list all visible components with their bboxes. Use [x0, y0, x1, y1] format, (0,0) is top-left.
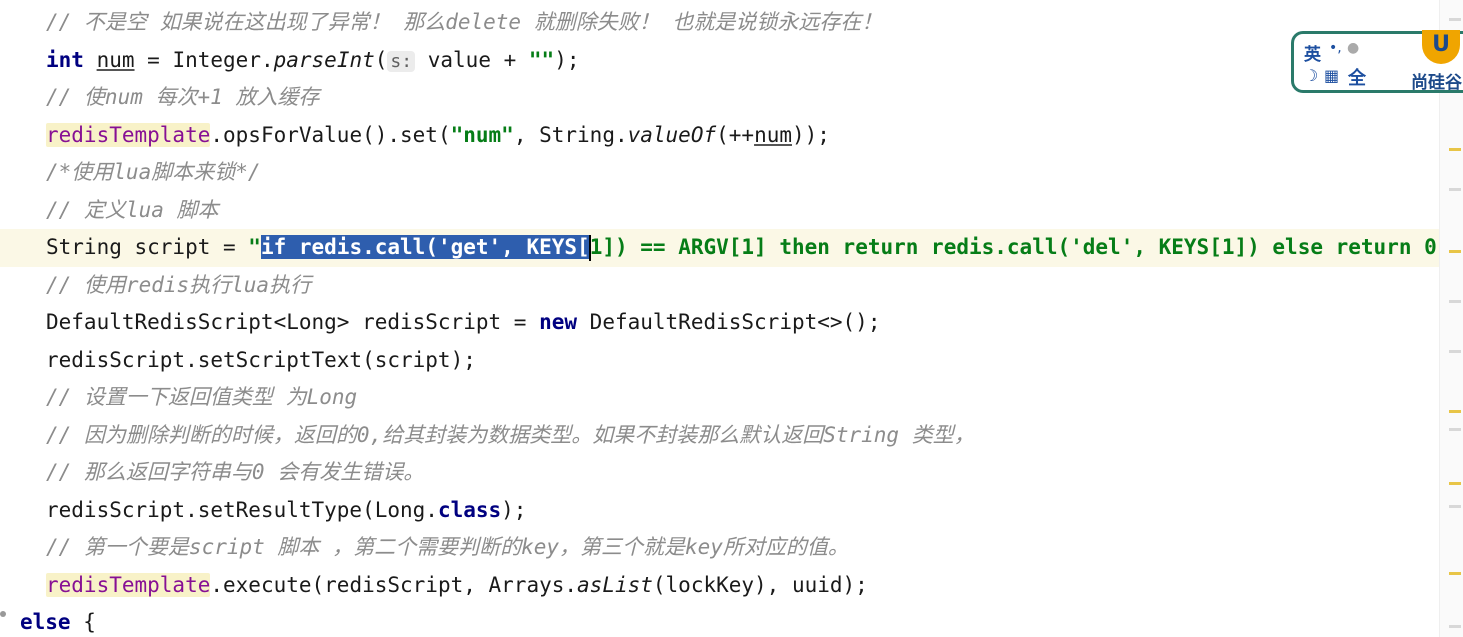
field-reference: redisTemplate	[46, 573, 211, 597]
code-line-12[interactable]: // 因为删除判断的时候，返回的0,给其封装为数据类型。如果不封装那么默认返回S…	[0, 417, 1440, 455]
code-text: (++	[716, 123, 755, 147]
code-line-14[interactable]: redisScript.setResultType(Long.class);	[0, 492, 1440, 530]
comment: // 第一个要是script 脚本 ，第二个需要判断的key，第三个就是key所…	[46, 535, 849, 559]
code-line-17[interactable]: else {	[0, 604, 1440, 637]
code-text: redisScript.setScriptText(script);	[46, 348, 476, 372]
ime-fullwidth-toggle[interactable]: 全	[1348, 64, 1366, 90]
code-line-16[interactable]: redisTemplate.execute(redisScript, Array…	[0, 567, 1440, 605]
error-stripe-scrollbar[interactable]	[1439, 0, 1463, 637]
keyword: new	[539, 310, 578, 334]
string-literal: "num"	[450, 123, 514, 147]
keyword: else	[20, 610, 71, 634]
code-text: = Integer.	[134, 48, 274, 72]
comment: // 使用redis执行lua执行	[46, 273, 312, 297]
code-text: );	[554, 48, 580, 72]
comment: /*使用lua脚本来锁*/	[46, 160, 261, 184]
code-line-2[interactable]: int num = Integer.parseInt(s: value + ""…	[0, 42, 1440, 80]
code-editor[interactable]: // 不是空 如果说在这出现了异常！ 那么delete 就删除失败！ 也就是说锁…	[0, 0, 1440, 637]
code-text: , String.	[513, 123, 628, 147]
code-line-5[interactable]: /*使用lua脚本来锁*/	[0, 154, 1440, 192]
field-reference: redisTemplate	[46, 123, 211, 147]
code-line-4[interactable]: redisTemplate.opsForValue().set("num", S…	[0, 117, 1440, 155]
stripe-mark[interactable]	[1449, 18, 1461, 21]
stripe-mark[interactable]	[1449, 350, 1461, 353]
keyboard-icon[interactable]: ▦	[1324, 66, 1339, 85]
ime-punctuation-icon[interactable]: •,	[1329, 40, 1342, 56]
parameter-hint: s:	[387, 51, 416, 72]
comment: // 定义lua 脚本	[46, 198, 219, 222]
code-line-8[interactable]: // 使用redis执行lua执行	[0, 267, 1440, 305]
variable: num	[96, 48, 135, 72]
code-line-1[interactable]: // 不是空 如果说在这出现了异常！ 那么delete 就删除失败！ 也就是说锁…	[0, 4, 1440, 42]
code-line-13[interactable]: // 那么返回字符串与0 会有发生错误。	[0, 454, 1440, 492]
moon-icon[interactable]: ☽	[1304, 66, 1318, 85]
string-literal: 1]) == ARGV[1] then return redis.call('d…	[589, 235, 1437, 259]
code-text: redisScript.setResultType(Long.	[46, 498, 438, 522]
comment: // 不是空 如果说在这出现了异常！ 那么delete 就删除失败！ 也就是说锁…	[46, 10, 883, 34]
code-text: DefaultRedisScript<>();	[577, 310, 881, 334]
code-line-6[interactable]: // 定义lua 脚本	[0, 192, 1440, 230]
code-line-7-current[interactable]: String script = "if redis.call('get', KE…	[0, 229, 1440, 267]
code-text: {	[70, 610, 96, 634]
text-selection[interactable]: if redis.call('get', KEYS[	[260, 235, 590, 259]
code-line-10[interactable]: redisScript.setScriptText(script);	[0, 342, 1440, 380]
keyword: class	[437, 498, 502, 522]
method-name: valueOf	[627, 123, 717, 147]
stripe-mark[interactable]	[1449, 428, 1461, 431]
code-text: .opsForValue().set(	[210, 123, 451, 147]
code-text: DefaultRedisScript<Long> redisScript =	[46, 310, 540, 334]
code-text: );	[501, 498, 527, 522]
stripe-mark[interactable]	[1449, 148, 1461, 151]
comment: // 使num 每次+1 放入缓存	[46, 85, 320, 109]
stripe-mark[interactable]	[1449, 482, 1461, 485]
method-name: parseInt	[273, 48, 375, 72]
string-literal: ""	[528, 48, 555, 72]
comment: // 那么返回字符串与0 会有发生错误。	[46, 460, 425, 484]
comment: // 因为删除判断的时候，返回的0,给其封装为数据类型。如果不封装那么默认返回S…	[46, 423, 975, 447]
code-text: ));	[792, 123, 830, 147]
code-text: .execute(redisScript, Arrays.	[210, 573, 578, 597]
user-icon[interactable]: ●	[1347, 40, 1359, 56]
code-text: (	[374, 48, 388, 72]
variable: num	[754, 123, 792, 147]
brand-name: 尚硅谷	[1411, 73, 1462, 93]
stripe-mark[interactable]	[1449, 625, 1461, 628]
keyword: int	[46, 48, 84, 72]
fold-marker-icon[interactable]	[0, 611, 6, 617]
stripe-mark[interactable]	[1449, 572, 1461, 575]
code-line-15[interactable]: // 第一个要是script 脚本 ，第二个需要判断的key，第三个就是key所…	[0, 529, 1440, 567]
string-quote: "	[248, 235, 261, 259]
code-line-3[interactable]: // 使num 每次+1 放入缓存	[0, 79, 1440, 117]
code-line-9[interactable]: DefaultRedisScript<Long> redisScript = n…	[0, 304, 1440, 342]
method-name: asList	[577, 573, 653, 597]
brand-logo-icon: U	[1422, 30, 1460, 64]
comment: // 设置一下返回值类型 为Long	[46, 385, 358, 409]
code-line-11[interactable]: // 设置一下返回值类型 为Long	[0, 379, 1440, 417]
stripe-mark[interactable]	[1449, 300, 1461, 303]
stripe-mark[interactable]	[1449, 188, 1461, 191]
stripe-mark[interactable]	[1449, 410, 1461, 413]
stripe-mark[interactable]	[1449, 505, 1461, 508]
ime-toolbar[interactable]: 英 •, ● ☽ ▦ 全 U 尚硅谷	[1291, 30, 1463, 93]
stripe-mark[interactable]	[1449, 250, 1461, 253]
ime-language-toggle[interactable]: 英	[1304, 40, 1321, 65]
code-text: String script =	[46, 235, 249, 259]
code-text: value +	[415, 48, 529, 72]
code-text: (lockKey), uuid);	[652, 573, 868, 597]
